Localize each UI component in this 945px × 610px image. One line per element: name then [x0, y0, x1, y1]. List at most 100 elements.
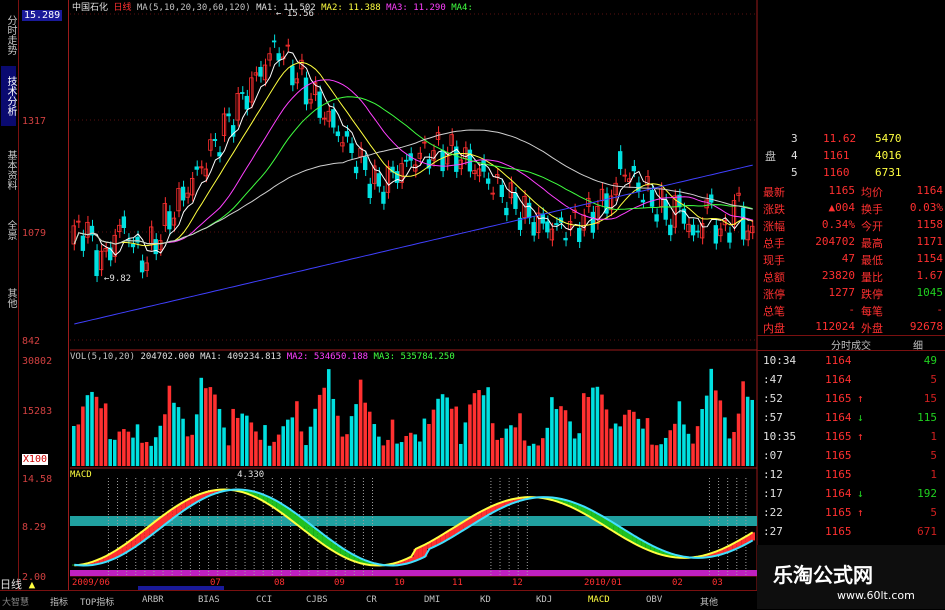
tab-top[interactable]: TOP指标 [80, 595, 114, 608]
volume-bar [317, 394, 322, 466]
candle-body [94, 250, 99, 277]
month-label: 03 [712, 578, 723, 588]
candle-body [162, 203, 168, 226]
tab-arbr[interactable]: ARBR [142, 595, 164, 605]
volume-bar [463, 422, 468, 466]
volume-bar [609, 428, 613, 466]
tick-volume: 49 [923, 354, 937, 367]
tick-volume: 115 [917, 411, 937, 424]
volume-bar [413, 434, 418, 466]
vol-value: 204702.000 [140, 352, 195, 362]
volume-bar [122, 429, 126, 466]
tick-arrow: ↑ [857, 392, 864, 405]
volume-bar [390, 419, 395, 466]
volume-bar [554, 409, 559, 466]
volume-bar [622, 414, 627, 466]
volume-bar [418, 441, 422, 466]
tab-macd[interactable]: MACD [588, 595, 610, 605]
tab-bias[interactable]: BIAS [198, 595, 220, 605]
book-level: 3 [791, 132, 798, 145]
quote-value: 47 [841, 252, 855, 265]
vol-ma1: MA1: 409234.813 [200, 352, 282, 362]
candle-body [668, 224, 673, 236]
quote-value: 0.34% [821, 218, 855, 231]
tick-volume: 5 [930, 449, 937, 462]
tick-price: 1164 [825, 487, 852, 500]
tick-row: :12 1165 1 [757, 468, 945, 485]
volume-bar [477, 390, 481, 466]
volume-bar [208, 387, 213, 466]
candle-body [235, 93, 240, 121]
candle-body [727, 232, 732, 243]
volume-bar [267, 445, 272, 466]
tab-kd[interactable]: KD [480, 595, 491, 605]
volume-bar [153, 437, 158, 466]
tick-volume: 15 [923, 392, 937, 405]
candle-body [631, 165, 637, 172]
quote-label: 涨幅 [763, 220, 785, 233]
tab-indicator[interactable]: 指标 [50, 595, 68, 608]
candle-body [303, 77, 309, 105]
book-volume: 5470 [875, 132, 902, 145]
indicator-name: MACD [70, 470, 92, 480]
quote-label: 最新 [763, 186, 785, 199]
quote-row: 现手 47 最低 1154 [757, 252, 945, 269]
volume-bar [358, 379, 363, 466]
period-indicator[interactable]: 日线 ▲ [0, 576, 72, 591]
book-price: 11.62 [823, 132, 857, 145]
volume-bar [144, 441, 149, 466]
volume-bar [304, 445, 308, 466]
volume-bar [217, 408, 222, 466]
tab-kdj[interactable]: KDJ [536, 595, 552, 605]
volume-bar [313, 408, 317, 466]
volume-bar [386, 439, 390, 466]
quote-value: 1164 [916, 184, 944, 197]
tab-cjbs[interactable]: CJBS [306, 595, 328, 605]
ticks-header: 分时成交 细 [757, 335, 945, 352]
volume-bar [727, 438, 732, 466]
volume-bar [381, 445, 386, 466]
candle-body [381, 191, 386, 204]
volume-bar [531, 443, 536, 466]
volume-bar [377, 436, 381, 466]
tab-obv[interactable]: OBV [646, 595, 662, 605]
volume-bar [636, 418, 641, 466]
low-label: ←9.82 [104, 274, 132, 284]
quote-label: 最低 [861, 254, 883, 267]
tick-row: 10:34 1164 49 [757, 354, 945, 371]
tab-more[interactable]: 其他 [700, 595, 718, 608]
quote-value: 1045 [916, 286, 944, 299]
volume-bar [604, 409, 609, 466]
candle-body [185, 192, 190, 198]
volume-bar [500, 437, 504, 466]
quote-label: 外盘 [861, 322, 883, 335]
volume-bar [81, 406, 85, 466]
volume-bar [176, 407, 181, 466]
volume-bar [190, 434, 194, 466]
tab-cci[interactable]: CCI [256, 595, 272, 605]
tick-row: :07 1165 5 [757, 449, 945, 466]
tick-row: :22 1165 ↑ 5 [757, 506, 945, 523]
tab-dmi[interactable]: DMI [424, 595, 440, 605]
volume-bar [586, 396, 591, 466]
tab-cr[interactable]: CR [366, 595, 377, 605]
candle-body [695, 230, 700, 233]
ticks-title[interactable]: 分时成交 [831, 337, 871, 352]
ma-line [73, 129, 753, 245]
candle-body [640, 199, 646, 203]
volume-bar [235, 417, 240, 466]
volume-bar [663, 437, 668, 466]
tick-volume: 192 [917, 487, 937, 500]
vol-title: VOL(5,10,20) [70, 352, 136, 362]
volume-bar [518, 413, 522, 466]
volume-bar [568, 421, 572, 466]
ticks-detail-tab[interactable]: 细 [913, 337, 923, 352]
quote-label: 内盘 [763, 322, 785, 335]
quote-label: 均价 [861, 186, 883, 199]
volume-bar [445, 397, 449, 466]
volume-bar [404, 435, 408, 466]
volume-bar [199, 377, 204, 466]
quote-row: 最新 1165 均价 1164 [757, 184, 945, 201]
volume-bar [536, 445, 540, 466]
indicator-header: MACD 4.330 [70, 470, 264, 480]
